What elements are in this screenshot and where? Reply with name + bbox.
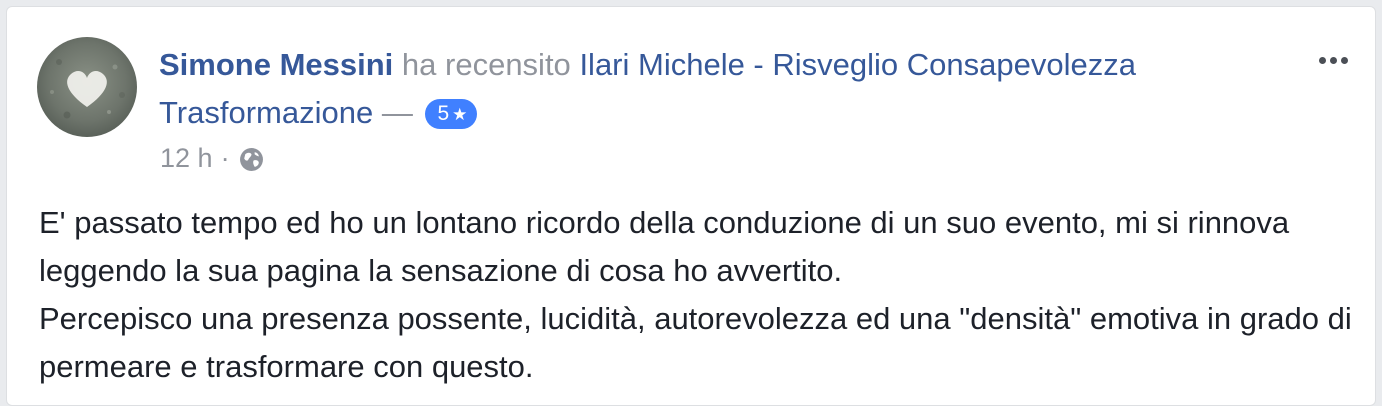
post-header: Simone Messini ha recensito Ilari Michel… bbox=[159, 41, 1289, 137]
review-paragraph: Percepisco una presenza possente, lucidi… bbox=[39, 301, 1352, 384]
author-name-link[interactable]: Simone Messini bbox=[159, 47, 393, 82]
post-timestamp[interactable]: 12 h bbox=[160, 141, 213, 175]
header-dash: — bbox=[381, 95, 413, 130]
review-verb: ha recensito bbox=[401, 47, 571, 82]
more-options-button[interactable] bbox=[1308, 45, 1358, 75]
review-paragraph: E' passato tempo ed ho un lontano ricord… bbox=[39, 205, 1290, 288]
review-text: E' passato tempo ed ho un lontano ricord… bbox=[39, 199, 1359, 391]
rating-value: 5 bbox=[437, 102, 450, 125]
post-meta: 12 h · bbox=[160, 141, 264, 175]
author-avatar[interactable] bbox=[37, 37, 137, 137]
review-post-card: Simone Messini ha recensito Ilari Michel… bbox=[6, 6, 1376, 406]
meta-separator: · bbox=[220, 143, 230, 173]
globe-icon[interactable] bbox=[239, 146, 264, 171]
rating-star-icon: ★ bbox=[452, 105, 468, 124]
rating-badge: 5 ★ bbox=[425, 99, 478, 129]
more-options-icon bbox=[1318, 56, 1326, 64]
avatar-image bbox=[37, 37, 137, 137]
